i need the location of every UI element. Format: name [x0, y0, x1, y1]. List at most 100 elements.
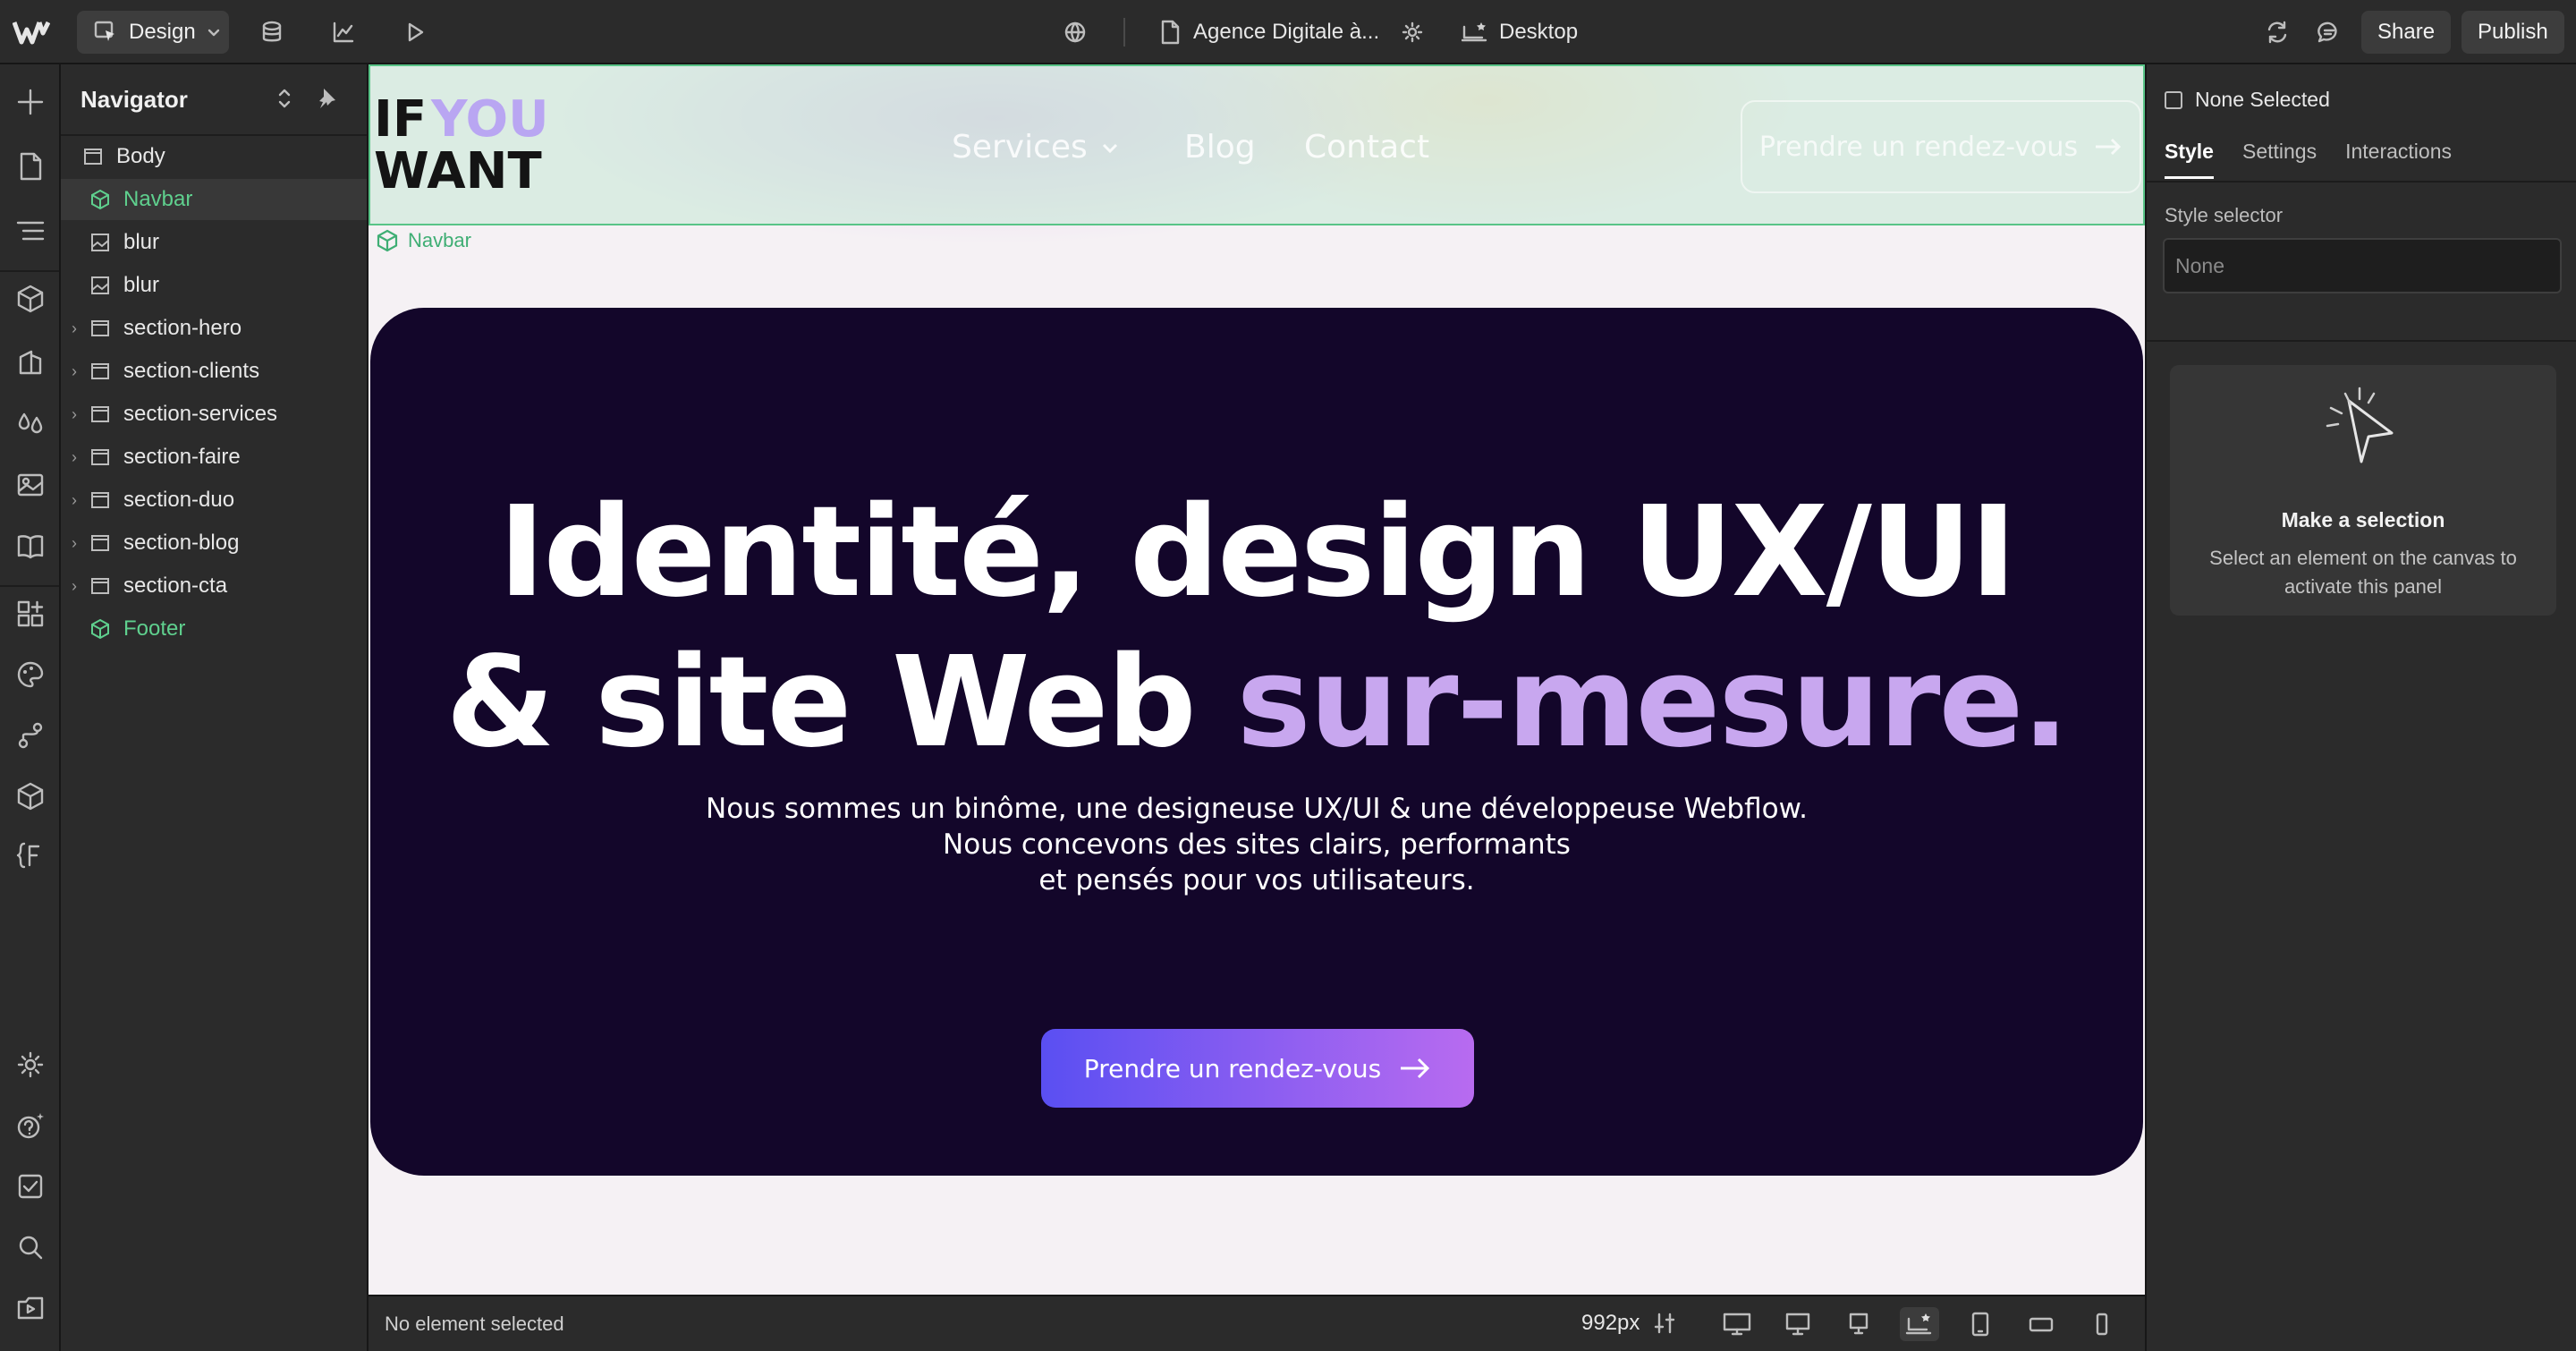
box-element-icon [88, 574, 113, 599]
navigator-item[interactable]: blur [61, 265, 367, 306]
navigator-title: Navigator [80, 86, 188, 113]
breakpoint-label: Desktop [1499, 20, 1579, 44]
design-mode-button[interactable]: Design [77, 11, 229, 54]
analytics-chart-icon[interactable] [318, 7, 369, 57]
navigator-item-label: Footer [123, 616, 186, 641]
site-navbar[interactable]: IF YOU WANT Services Blog Contact Prendr… [369, 64, 2145, 225]
navigator-layers-icon[interactable] [11, 211, 50, 251]
style-panel: None Selected Style Settings Interaction… [2145, 64, 2576, 1351]
breakpoint-base-desktop-icon[interactable] [1900, 1307, 1939, 1341]
variables-icon[interactable] [11, 344, 50, 383]
assets-image-icon[interactable] [11, 465, 50, 505]
pages-icon[interactable] [11, 147, 50, 186]
hero-section[interactable]: Identité, design UX/UI & site Web sur-me… [370, 308, 2143, 1176]
design-canvas[interactable]: IF YOU WANT Services Blog Contact Prendr… [369, 64, 2145, 1295]
navigator-item[interactable]: Body [61, 136, 367, 177]
breakpoint-desktop-icon[interactable] [1778, 1307, 1818, 1341]
chevron-right-icon[interactable]: › [72, 491, 84, 510]
canvas-status-bar: No element selected 992px [369, 1295, 2145, 1351]
breakpoint-tablet-icon[interactable] [1961, 1307, 2000, 1341]
apps-grid-icon[interactable] [11, 594, 50, 633]
chevron-right-icon[interactable]: › [72, 405, 84, 424]
comments-icon[interactable] [2304, 7, 2354, 57]
navigator-item[interactable]: › section-clients [61, 351, 367, 392]
palette-icon[interactable] [11, 655, 50, 694]
tab-interactions[interactable]: Interactions [2345, 140, 2452, 179]
navigator-item[interactable]: › section-hero [61, 308, 367, 349]
chevron-right-icon[interactable]: › [72, 319, 84, 338]
navigator-item[interactable]: › section-faire [61, 437, 367, 478]
site-logo[interactable]: IF YOU WANT [374, 84, 562, 200]
hero-cta-button[interactable]: Prendre un rendez-vous [1041, 1029, 1474, 1108]
help-ai-icon[interactable] [11, 1106, 50, 1145]
webflow-logo-icon[interactable] [13, 16, 50, 48]
navigator-item-label: blur [123, 230, 160, 254]
top-toolbar: Design Agence Digitale à... Desktop Shar… [0, 0, 2576, 64]
tab-style[interactable]: Style [2165, 140, 2214, 179]
hero-subtitle: Nous sommes un binôme, une designeuse UX… [370, 791, 2143, 898]
logo-you-text: YOU [430, 90, 549, 149]
breakpoint-selector[interactable]: Desktop [1462, 14, 1578, 50]
navigator-item[interactable]: Footer [61, 608, 367, 650]
add-elements-plus-icon[interactable] [11, 82, 50, 122]
sync-refresh-icon[interactable] [2252, 7, 2302, 57]
page-selector[interactable]: Agence Digitale à... [1159, 14, 1424, 50]
navigator-item[interactable]: › section-duo [61, 480, 367, 521]
breakpoint-laptop-icon[interactable] [1839, 1307, 1878, 1341]
navbar-cta-label: Prendre un rendez-vous [1758, 131, 2079, 163]
globe-icon[interactable] [1050, 7, 1100, 57]
chevron-right-icon[interactable]: › [72, 448, 84, 467]
logic-flow-icon[interactable] [11, 716, 50, 755]
expand-collapse-icon[interactable] [274, 86, 295, 111]
cms-database-icon[interactable] [247, 7, 297, 57]
design-cursor-icon [93, 20, 118, 45]
nav-link-contact[interactable]: Contact [1304, 129, 1429, 166]
hero-heading-line2: & site Web [445, 630, 1237, 776]
hero-subtitle-line2: Nous concevons des sites clairs, perform… [943, 828, 1571, 861]
hero-heading-accent: sur-mesure. [1236, 630, 2069, 776]
navigator-item[interactable]: › section-blog [61, 523, 367, 564]
style-selector-input[interactable]: None [2163, 238, 2562, 293]
search-icon[interactable] [11, 1228, 50, 1267]
audit-checkbox-icon[interactable] [11, 1167, 50, 1206]
navigator-item[interactable]: › section-services [61, 394, 367, 435]
publish-button[interactable]: Publish [2462, 11, 2564, 54]
settings-gear-icon[interactable] [11, 1045, 50, 1084]
components-cube-icon[interactable] [11, 279, 50, 319]
left-tool-rail [0, 64, 61, 1351]
tab-settings[interactable]: Settings [2242, 140, 2317, 179]
style-drops-icon[interactable] [11, 404, 50, 444]
breakpoint-mobile-landscape-icon[interactable] [2021, 1307, 2061, 1341]
chevron-right-icon[interactable]: › [72, 362, 84, 381]
navigator-item[interactable]: › section-cta [61, 565, 367, 607]
page-settings-gear-icon[interactable] [1401, 21, 1424, 44]
preview-play-icon[interactable] [390, 7, 440, 57]
badge-label: Navbar [408, 229, 471, 251]
navbar-cta-button[interactable]: Prendre un rendez-vous [1741, 100, 2141, 193]
page-name-label: Agence Digitale à... [1193, 20, 1380, 44]
code-braces-f-icon[interactable] [11, 836, 50, 875]
breakpoint-large-desktop-icon[interactable] [1717, 1307, 1757, 1341]
panel-tabs: Style Settings Interactions [2165, 140, 2452, 179]
navigator-item[interactable]: blur [61, 222, 367, 263]
nav-link-blog[interactable]: Blog [1184, 129, 1256, 166]
chevron-right-icon[interactable]: › [72, 577, 84, 596]
chevron-right-icon[interactable]: › [72, 534, 84, 553]
package-box-icon[interactable] [11, 777, 50, 816]
video-tutorials-icon[interactable] [11, 1288, 50, 1328]
breakpoint-mobile-portrait-icon[interactable] [2082, 1307, 2122, 1341]
pin-icon[interactable] [315, 86, 338, 111]
nav-link-label: Services [952, 129, 1088, 166]
chevron-down-icon [1100, 138, 1120, 157]
cms-book-icon[interactable] [11, 526, 50, 565]
cursor-click-icon [2318, 387, 2408, 494]
canvas-width-control[interactable]: 992px [1581, 1311, 1677, 1336]
nav-link-services[interactable]: Services [952, 129, 1120, 166]
box-element-icon [88, 359, 113, 384]
selection-status: No element selected [385, 1313, 564, 1335]
navigator-item-label: section-hero [123, 316, 242, 340]
navigator-item[interactable]: Navbar [61, 179, 367, 220]
toolbar-divider [1123, 18, 1125, 47]
share-button[interactable]: Share [2361, 11, 2452, 54]
navigator-item-label: section-cta [123, 574, 228, 598]
